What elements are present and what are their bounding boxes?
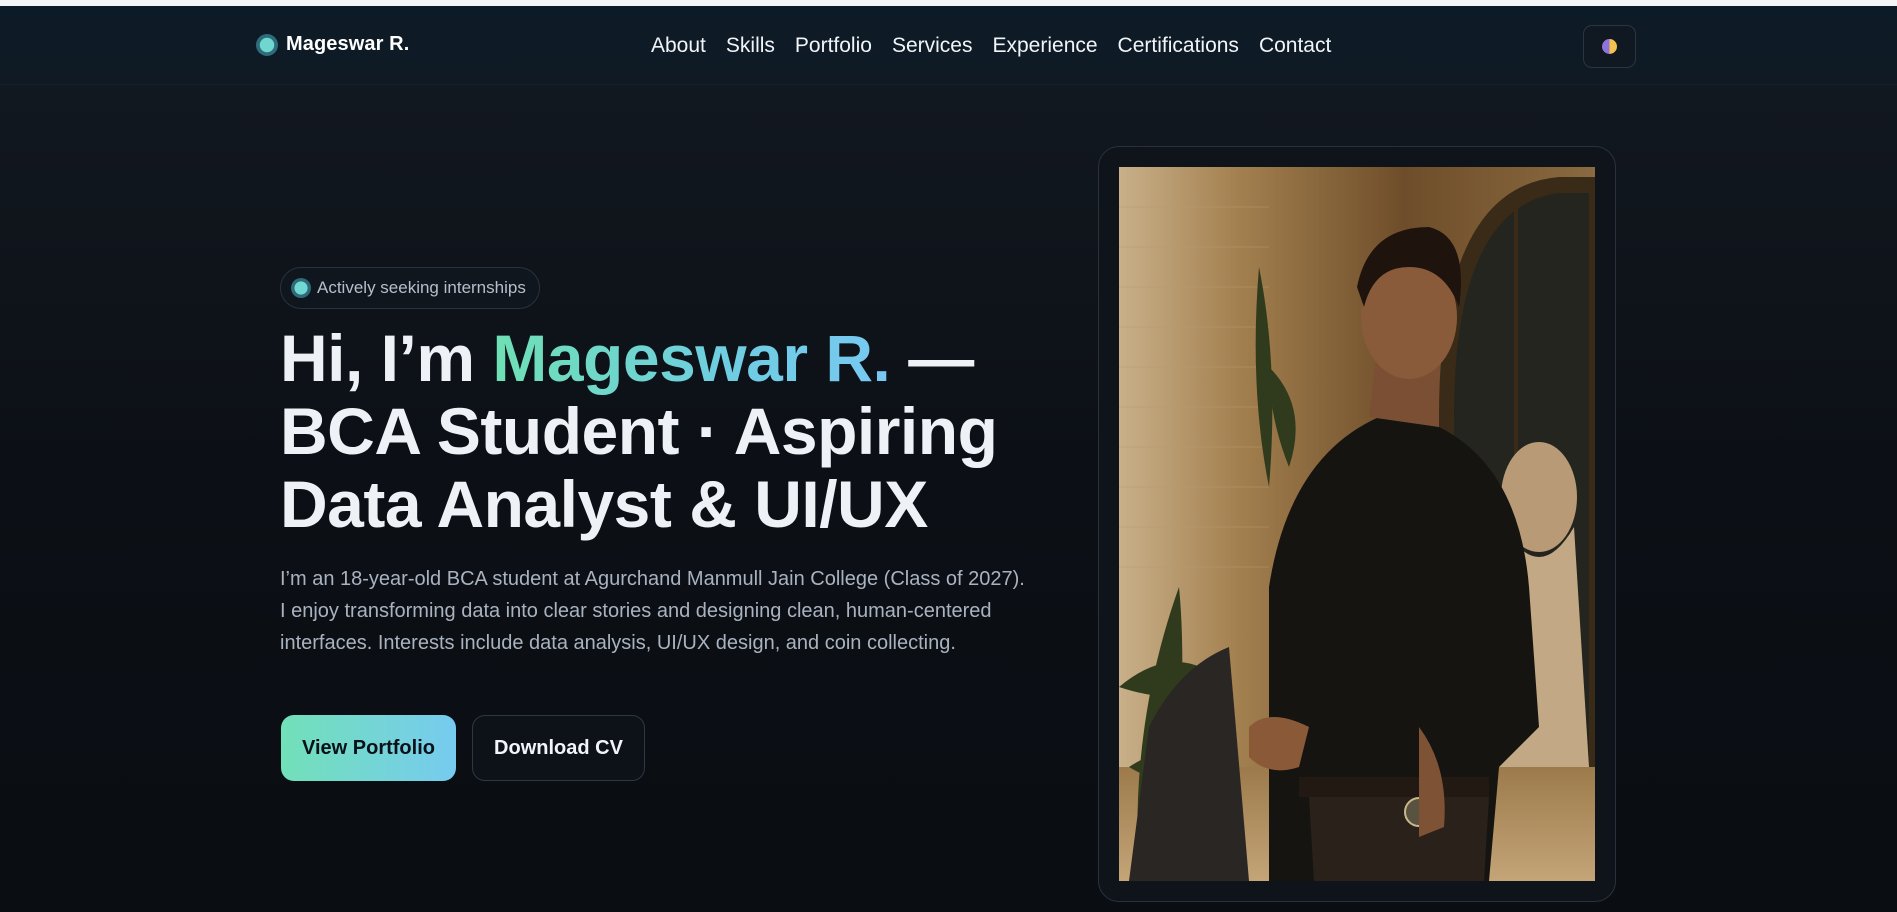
nav-link-skills[interactable]: Skills [726, 34, 775, 58]
headline-prefix: Hi, I’m [280, 321, 493, 395]
nav-link-services[interactable]: Services [892, 34, 973, 58]
profile-photo [1119, 167, 1595, 881]
headline-line3: Data Analyst & UI/UX [280, 467, 928, 541]
headline-name: Mageswar R. [492, 321, 891, 395]
nav-link-experience[interactable]: Experience [992, 34, 1097, 58]
nav-link-portfolio[interactable]: Portfolio [795, 34, 872, 58]
navbar: Mageswar R. About Skills Portfolio Servi… [0, 6, 1897, 85]
status-dot-icon [291, 278, 311, 298]
nav-link-about[interactable]: About [651, 34, 706, 58]
logo-dot-icon [256, 33, 278, 56]
hero-intro: I’m an 18-year-old BCA student at Agurch… [280, 568, 1025, 654]
profile-photo-illustration [1119, 167, 1595, 881]
theme-toggle-button[interactable] [1583, 25, 1636, 68]
headline-dash: — [890, 321, 974, 395]
download-cv-button[interactable]: Download CV [472, 715, 645, 781]
headline-line2: BCA Student · Aspiring [280, 394, 998, 468]
nav-link-contact[interactable]: Contact [1259, 34, 1331, 58]
nav-link-certifications[interactable]: Certifications [1118, 34, 1239, 58]
status-badge: Actively seeking internships [280, 267, 540, 309]
view-portfolio-button[interactable]: View Portfolio [281, 715, 456, 781]
status-badge-text: Actively seeking internships [317, 278, 526, 297]
hero-headline: Hi, I’m Mageswar R. — BCA Student · Aspi… [280, 322, 1040, 541]
brand-name: Mageswar R. [286, 33, 410, 55]
half-moon-icon [1602, 39, 1617, 54]
brand-logo[interactable]: Mageswar R. [256, 33, 409, 56]
nav-links: About Skills Portfolio Services Experien… [651, 34, 1331, 58]
